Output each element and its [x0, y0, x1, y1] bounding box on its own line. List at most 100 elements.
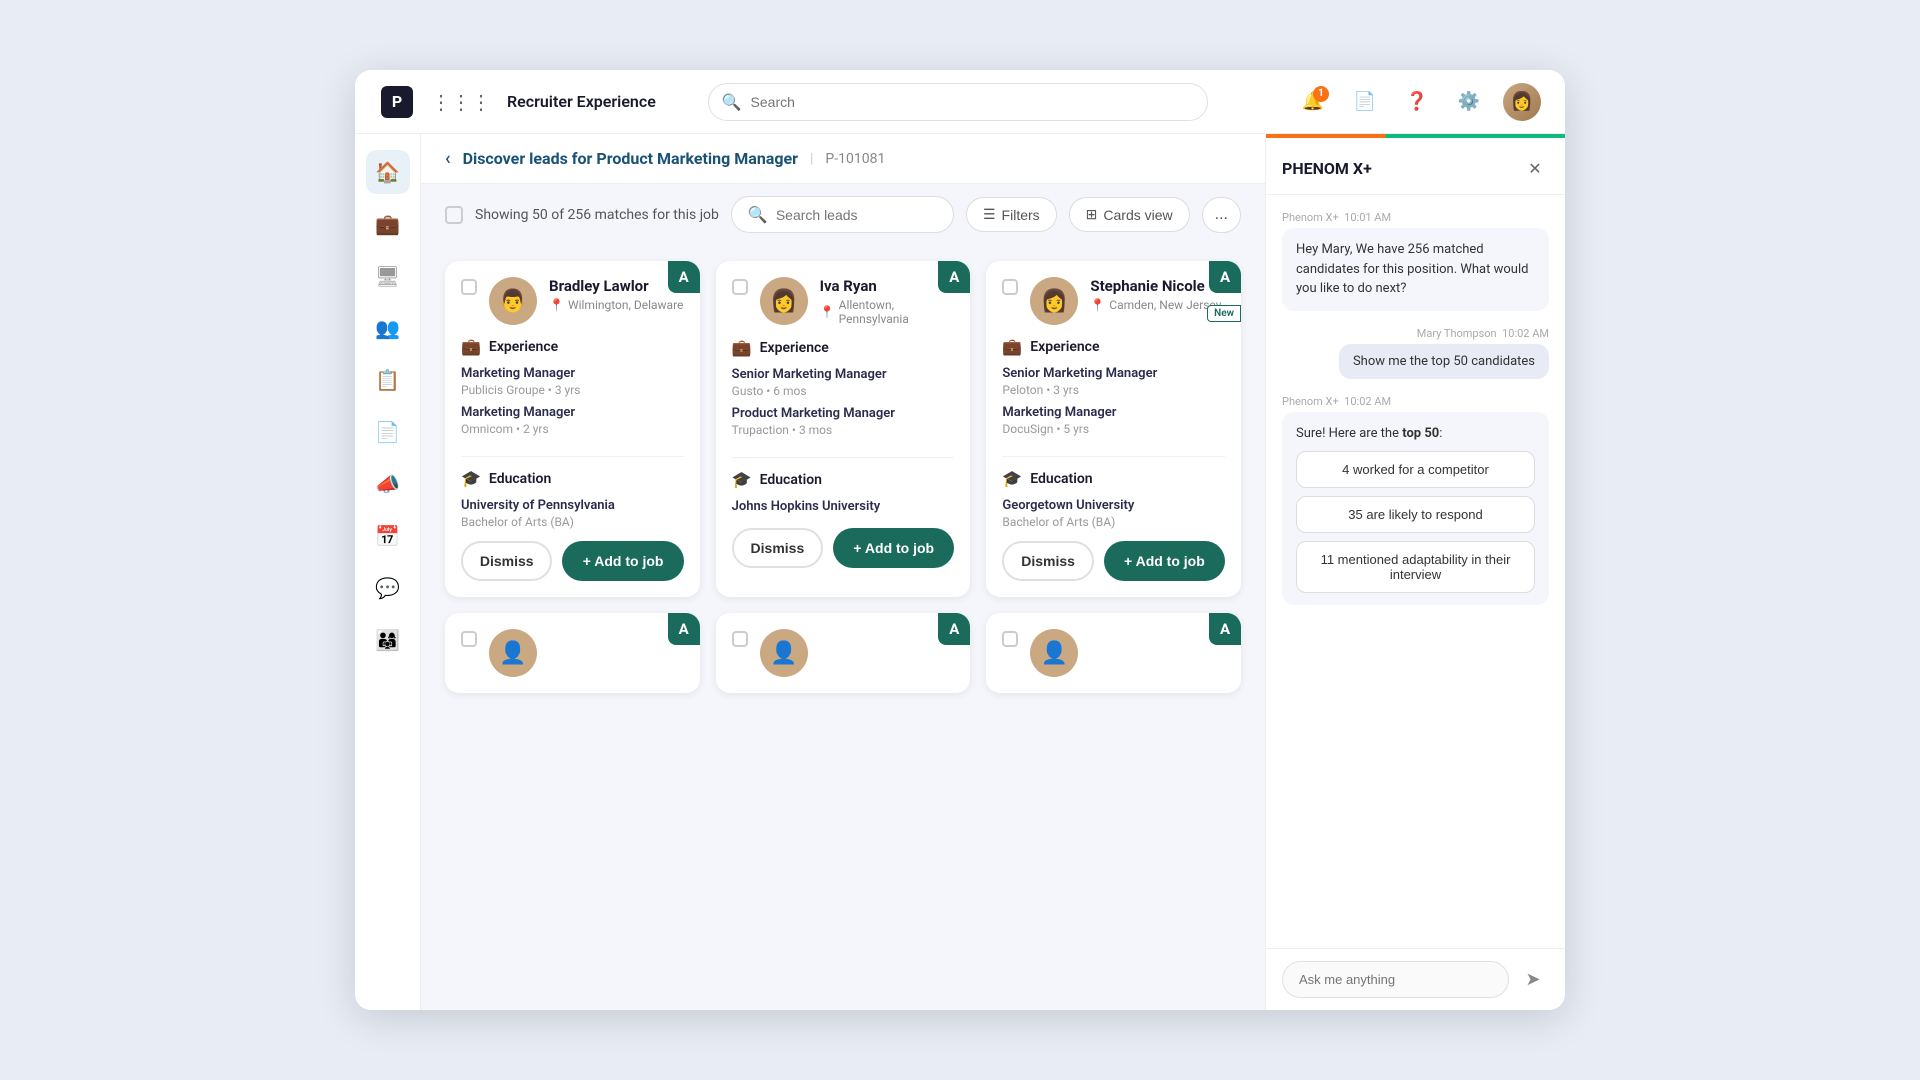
chat-input[interactable] — [1282, 961, 1509, 998]
content-area: ‹ Discover leads for Product Marketing M… — [421, 134, 1265, 1010]
candidate-name: Stephanie Nicole — [1090, 277, 1225, 295]
card-header: 👩 Stephanie Nicole 📍 Camden, New Jersey … — [986, 261, 1241, 337]
global-search-bar: 🔍 — [708, 83, 1208, 121]
section-title-experience: 💼 Experience — [1002, 337, 1225, 356]
filters-button[interactable]: ☰ Filters — [966, 197, 1057, 232]
candidate-avatar: 👩 — [1030, 277, 1078, 325]
job-entry: Marketing Manager Publicis Groupe • 3 yr… — [461, 366, 684, 397]
avatar[interactable]: 👩 — [1503, 83, 1541, 121]
sidebar-item-documents[interactable]: 📄 — [366, 410, 410, 454]
bot-bubble: Sure! Here are the top 50: 4 worked for … — [1282, 412, 1549, 606]
filter-label: Filters — [1002, 207, 1040, 223]
experience-section: 💼 Experience Senior Marketing Manager Pe… — [986, 337, 1241, 456]
toolbar: Showing 50 of 256 matches for this job 🔍… — [421, 184, 1265, 245]
global-search-input[interactable] — [708, 83, 1208, 121]
card-checkbox[interactable] — [461, 279, 477, 295]
bot-message: Phenom X+ 10:01 AM Hey Mary, We have 256… — [1282, 211, 1549, 311]
sidebar-item-jobs[interactable]: 💼 — [366, 202, 410, 246]
close-panel-button[interactable]: ✕ — [1521, 154, 1549, 182]
filter-icon: ☰ — [983, 206, 996, 223]
results-count: Showing 50 of 256 matches for this job — [475, 207, 719, 223]
card-info: Iva Ryan 📍 Allentown, Pennsylvania — [820, 277, 955, 326]
job-detail: DocuSign • 5 yrs — [1002, 422, 1225, 436]
select-all-checkbox[interactable] — [445, 206, 463, 224]
job-title: Senior Marketing Manager — [1002, 366, 1225, 381]
breadcrumb-divider: | — [810, 151, 813, 167]
main-body: 🏠 💼 🖥 👥 📋 📄 📣 📅 💬 👨‍👩‍👧 ‹ Discover leads… — [355, 134, 1565, 1010]
logo-icon: P — [381, 86, 413, 118]
experience-section: 💼 Experience Marketing Manager Publicis … — [445, 337, 700, 456]
job-detail: Omnicom • 2 yrs — [461, 422, 684, 436]
candidate-location: 📍 Allentown, Pennsylvania — [820, 298, 955, 326]
documents-button[interactable]: 📄 — [1347, 84, 1383, 120]
sidebar-item-workspace[interactable]: 🖥 — [366, 254, 410, 298]
user-bubble: Show me the top 50 candidates — [1339, 344, 1549, 379]
candidate-card-partial: 👤 A — [716, 613, 971, 693]
job-title: Marketing Manager — [1002, 405, 1225, 420]
card-header: 👩 Iva Ryan 📍 Allentown, Pennsylvania A — [716, 261, 971, 338]
card-checkbox[interactable] — [732, 631, 748, 647]
school-name: University of Pennsylvania — [461, 498, 684, 513]
card-header: 👤 A — [986, 613, 1241, 689]
dismiss-button[interactable]: Dismiss — [1002, 541, 1093, 581]
settings-button[interactable]: ⚙️ — [1451, 84, 1487, 120]
candidate-card: 👩 Stephanie Nicole 📍 Camden, New Jersey … — [986, 261, 1241, 597]
candidate-avatar: 👤 — [1030, 629, 1078, 677]
dismiss-button[interactable]: Dismiss — [461, 541, 552, 581]
more-options-button[interactable]: ... — [1202, 197, 1241, 233]
education-section: 🎓 Education Johns Hopkins University — [716, 470, 971, 528]
sidebar-item-home[interactable]: 🏠 — [366, 150, 410, 194]
job-title: Senior Marketing Manager — [732, 367, 955, 382]
sidebar-item-messages[interactable]: 💬 — [366, 566, 410, 610]
card-checkbox[interactable] — [1002, 279, 1018, 295]
card-header: 👤 A — [445, 613, 700, 689]
send-button[interactable]: ➤ — [1517, 964, 1549, 996]
section-title-experience: 💼 Experience — [732, 338, 955, 357]
card-checkbox[interactable] — [732, 279, 748, 295]
sidebar-item-campaigns[interactable]: 📣 — [366, 462, 410, 506]
grade-badge: A — [938, 613, 970, 645]
breadcrumb-job-id: P-101081 — [825, 151, 885, 167]
section-title-education: 🎓 Education — [1002, 469, 1225, 488]
panel-header: PHENOM X+ ✕ — [1266, 138, 1565, 195]
phenom-panel: PHENOM X+ ✕ Phenom X+ 10:01 AM Hey Mary,… — [1265, 134, 1565, 1010]
card-checkbox[interactable] — [1002, 631, 1018, 647]
sidebar-item-candidates[interactable]: 👥 — [366, 306, 410, 350]
candidate-avatar: 👨 — [489, 277, 537, 325]
bot-message: Phenom X+ 10:02 AM Sure! Here are the to… — [1282, 395, 1549, 606]
grade-badge: A — [1209, 613, 1241, 645]
notification-button[interactable]: 🔔 1 — [1295, 84, 1331, 120]
dismiss-button[interactable]: Dismiss — [732, 528, 823, 568]
job-entry: Senior Marketing Manager Gusto • 6 mos — [732, 367, 955, 398]
breadcrumb-bar: ‹ Discover leads for Product Marketing M… — [421, 134, 1265, 184]
add-to-job-button[interactable]: + Add to job — [1104, 541, 1225, 581]
help-button[interactable]: ❓ — [1399, 84, 1435, 120]
job-title: Product Marketing Manager — [732, 406, 955, 421]
card-checkbox[interactable] — [461, 631, 477, 647]
candidate-name: Iva Ryan — [820, 277, 955, 295]
job-detail: Gusto • 6 mos — [732, 384, 955, 398]
sidebar-item-calendar[interactable]: 📅 — [366, 514, 410, 558]
grade-badge: A — [938, 261, 970, 293]
card-actions: Dismiss + Add to job — [716, 528, 971, 584]
add-to-job-button[interactable]: + Add to job — [562, 541, 683, 581]
job-title: Marketing Manager — [461, 366, 684, 381]
cards-view-button[interactable]: ⊞ Cards view — [1069, 197, 1190, 232]
nav-icons: 🔔 1 📄 ❓ ⚙️ 👩 — [1295, 83, 1541, 121]
card-info: Bradley Lawlor 📍 Wilmington, Delaware — [549, 277, 684, 312]
job-entry: Marketing Manager Omnicom • 2 yrs — [461, 405, 684, 436]
candidate-location: 📍 Wilmington, Delaware — [549, 298, 684, 312]
insight-button-respond[interactable]: 35 are likely to respond — [1296, 496, 1535, 533]
grid-icon[interactable]: ⋮⋮⋮ — [431, 90, 491, 114]
insight-button-adaptability[interactable]: 11 mentioned adaptability in their inter… — [1296, 541, 1535, 593]
sidebar-item-teams[interactable]: 👨‍👩‍👧 — [366, 618, 410, 662]
location-icon: 📍 — [1090, 298, 1105, 312]
search-leads-input[interactable] — [776, 207, 937, 223]
job-detail: Peloton • 3 yrs — [1002, 383, 1225, 397]
insight-button-competitor[interactable]: 4 worked for a competitor — [1296, 451, 1535, 488]
back-button[interactable]: ‹ — [445, 148, 451, 169]
chat-input-area: ➤ — [1266, 948, 1565, 1010]
add-to-job-button[interactable]: + Add to job — [833, 528, 954, 568]
education-icon: 🎓 — [732, 470, 752, 489]
sidebar-item-tasks[interactable]: 📋 — [366, 358, 410, 402]
